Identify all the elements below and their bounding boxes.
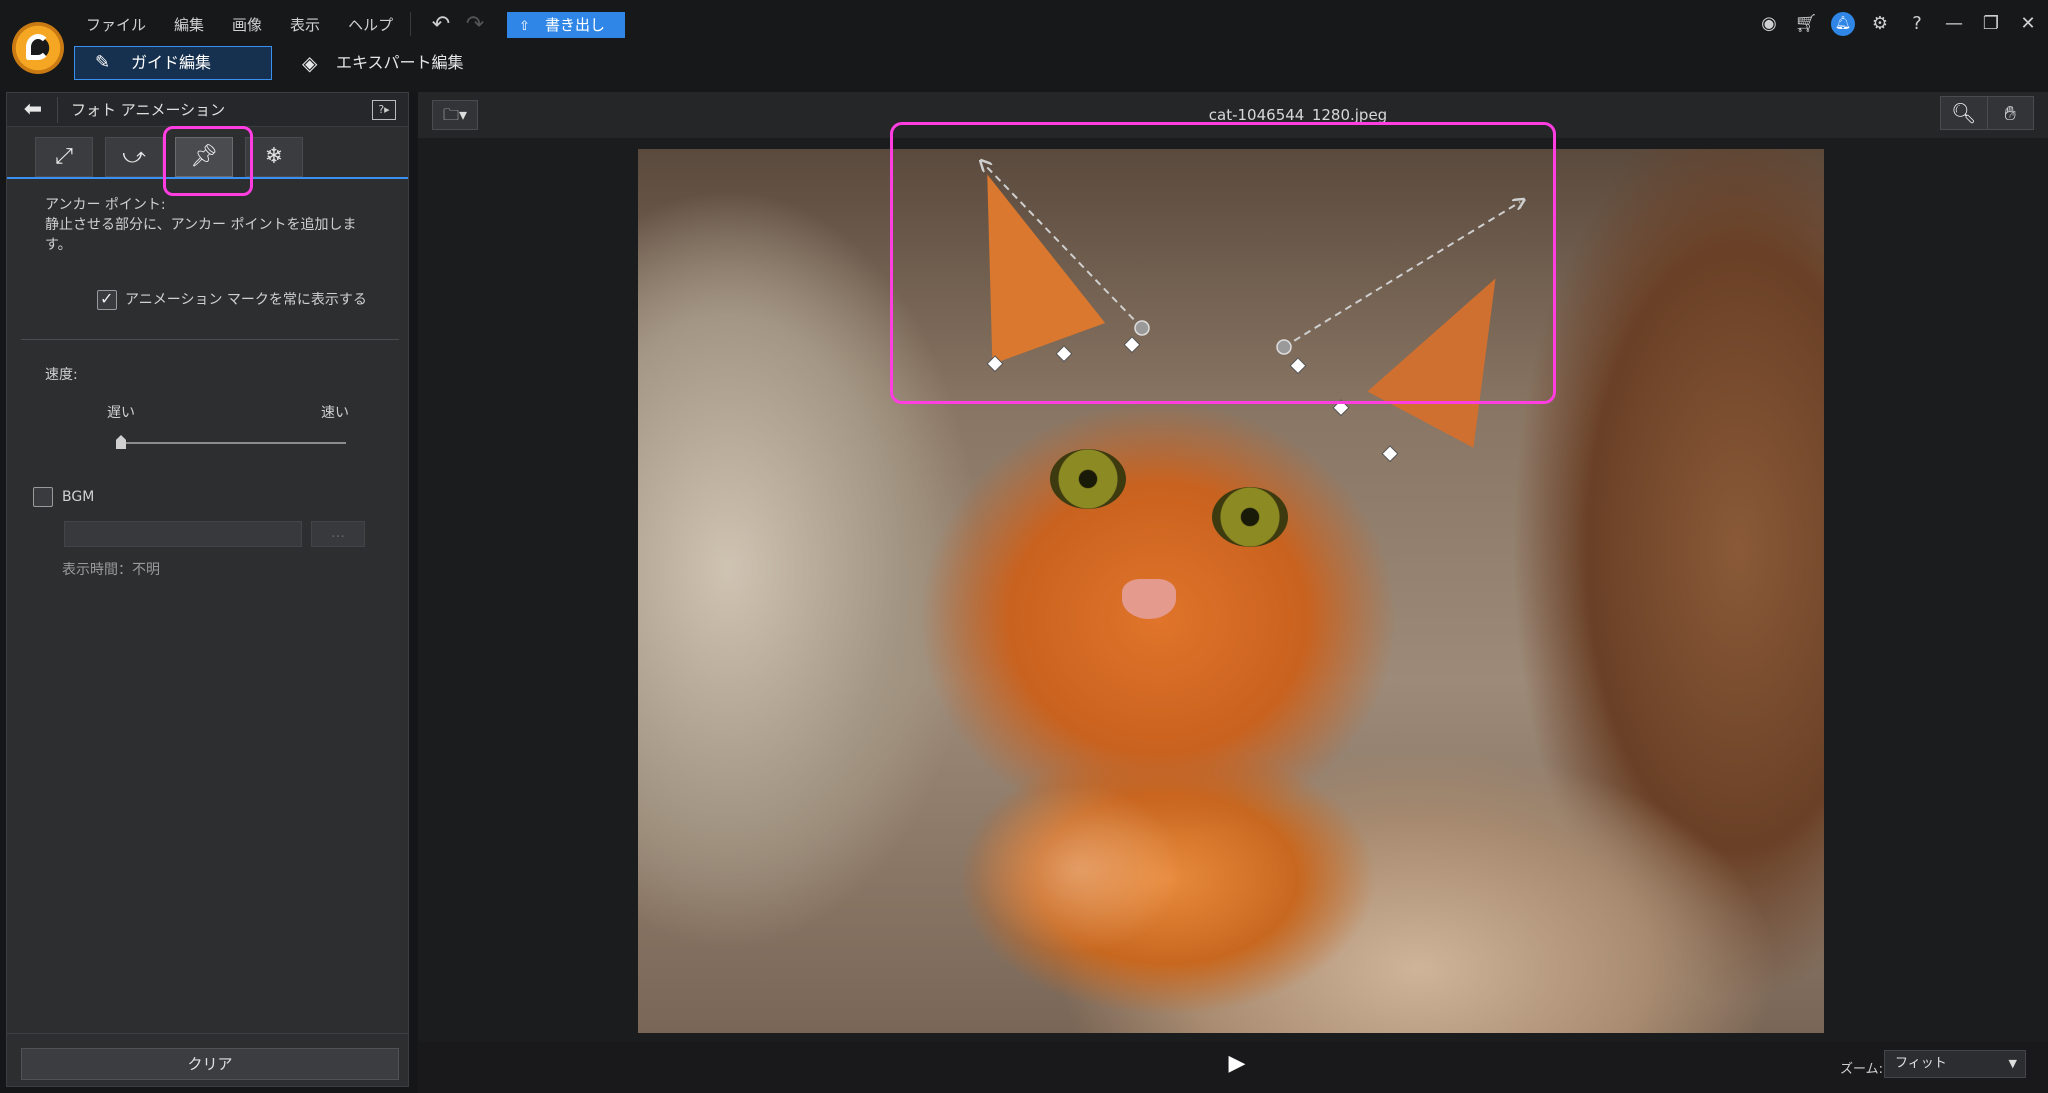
export-button[interactable]: ⇧ 書き出し [507, 12, 625, 38]
arrow-icon: ⤢ [55, 144, 73, 169]
minimize-icon[interactable]: — [1942, 12, 1966, 36]
speed-label: 速度: [45, 367, 78, 383]
app-logo [12, 22, 64, 74]
account-icon[interactable]: ◉ [1757, 12, 1781, 36]
panel-header: ⬅ フォト アニメーション ?▸ [7, 93, 408, 127]
bgm-browse-button[interactable]: … [311, 521, 365, 547]
playback-bar: ▶ ズーム: フィット ▼ [418, 1042, 2048, 1093]
zoom-select[interactable]: フィット ▼ [1884, 1050, 2026, 1078]
show-marks-checkbox[interactable] [97, 289, 117, 310]
zoom-value: フィット [1895, 1056, 1947, 1071]
section-divider [21, 339, 399, 340]
photo-detail [1050, 449, 1126, 509]
settings-gear-icon[interactable]: ⚙ [1868, 12, 1892, 36]
guide-edit-label: ガイド編集 [131, 53, 212, 72]
freeze-tab[interactable]: ❄ [245, 137, 303, 177]
speed-slow-label: 遅い [107, 405, 135, 421]
panel-help-icon[interactable]: ?▸ [372, 100, 396, 120]
speed-slider-thumb[interactable] [116, 435, 126, 449]
speed-slider-track[interactable] [122, 442, 346, 444]
help-icon[interactable]: ? [1905, 12, 1929, 36]
clear-button[interactable]: クリア [21, 1048, 399, 1080]
dashed-path-icon: ⤻ [122, 144, 146, 169]
view-tools: 🔍︎ ✋︎ [1940, 96, 2034, 130]
expert-edit-label: エキスパート編集 [336, 53, 464, 72]
photo-detail [1212, 487, 1288, 547]
toolbar-divider [410, 12, 411, 36]
export-label: 書き出し [545, 16, 606, 34]
speed-fast-label: 速い [321, 405, 349, 421]
canvas-area: 🗀▾ cat-1046544_1280.jpeg 🔍︎ ✋︎ ▶ ズーム: フィ… [418, 92, 2048, 1093]
menu-view[interactable]: 表示 [290, 14, 320, 38]
guide-edit-tab[interactable]: ✎ ガイド編集 [74, 46, 272, 80]
motion-path-tab[interactable]: ⤻ [105, 137, 163, 177]
notification-icon[interactable]: 🔔︎ [1831, 12, 1855, 36]
menu-bar: ファイル 編集 画像 表示 ヘルプ [86, 14, 393, 38]
title-bar: ファイル 編集 画像 表示 ヘルプ ↶ ↷ ⇧ 書き出し ◉ 🛒︎ 🔔︎ ⚙ ? … [0, 0, 2048, 92]
snowflake-icon: ❄ [264, 144, 284, 169]
close-icon[interactable]: ✕ [2016, 12, 2040, 36]
restore-icon[interactable]: ❐ [1979, 12, 2003, 36]
bgm-label: BGM [62, 489, 95, 505]
anchor-heading: アンカー ポイント: [45, 197, 166, 213]
motion-arrow-tab[interactable]: ⤢ [35, 137, 93, 177]
hand-pan-icon[interactable]: ✋︎ [1988, 97, 2034, 129]
folder-dropdown-button[interactable]: 🗀▾ [432, 100, 478, 130]
tab-highlight-annotation [163, 126, 253, 196]
layers-icon: ◈ [302, 51, 318, 75]
panel-title: フォト アニメーション [71, 101, 226, 119]
bgm-file-field[interactable] [64, 521, 302, 547]
expert-edit-tab[interactable]: ◈ エキスパート編集 [296, 46, 476, 80]
menu-file[interactable]: ファイル [86, 14, 146, 38]
cart-icon[interactable]: 🛒︎ [1794, 12, 1818, 36]
chevron-down-icon: ▼ [2008, 1057, 2017, 1070]
photo-animation-panel: ⬅ フォト アニメーション ?▸ ⤢ ⤻ 📌︎ ❄ アンカー ポイント: 静止さ… [6, 92, 409, 1087]
header-divider [57, 97, 58, 123]
anchor-description-1: 静止させる部分に、アンカー ポイントを追加しま [45, 217, 357, 233]
upload-icon: ⇧ [519, 19, 530, 34]
undo-icon[interactable]: ↶ [428, 12, 454, 38]
zoom-magnifier-icon[interactable]: 🔍︎ [1941, 97, 1988, 129]
back-arrow-icon[interactable]: ⬅ [17, 95, 49, 125]
play-icon[interactable]: ▶ [1226, 1052, 1248, 1076]
window-controls: ◉ 🛒︎ 🔔︎ ⚙ ? — ❐ ✕ [1757, 10, 2040, 38]
menu-help[interactable]: ヘルプ [348, 14, 393, 38]
redo-icon[interactable]: ↷ [462, 12, 488, 38]
bgm-checkbox[interactable] [33, 487, 53, 507]
duration-text: 表示時間：不明 [62, 562, 160, 578]
photo-detail [1122, 579, 1176, 619]
show-marks-label: アニメーション マークを常に表示する [125, 292, 367, 308]
menu-edit[interactable]: 編集 [174, 14, 204, 38]
folder-icon: 🗀▾ [442, 105, 468, 124]
zoom-label: ズーム: [1840, 1062, 1883, 1077]
anchor-description-2: す。 [45, 237, 72, 253]
magic-wand-icon: ✎ [95, 52, 111, 73]
panel-footer-divider [7, 1033, 408, 1034]
highlight-annotation [890, 122, 1556, 404]
menu-image[interactable]: 画像 [232, 14, 262, 38]
